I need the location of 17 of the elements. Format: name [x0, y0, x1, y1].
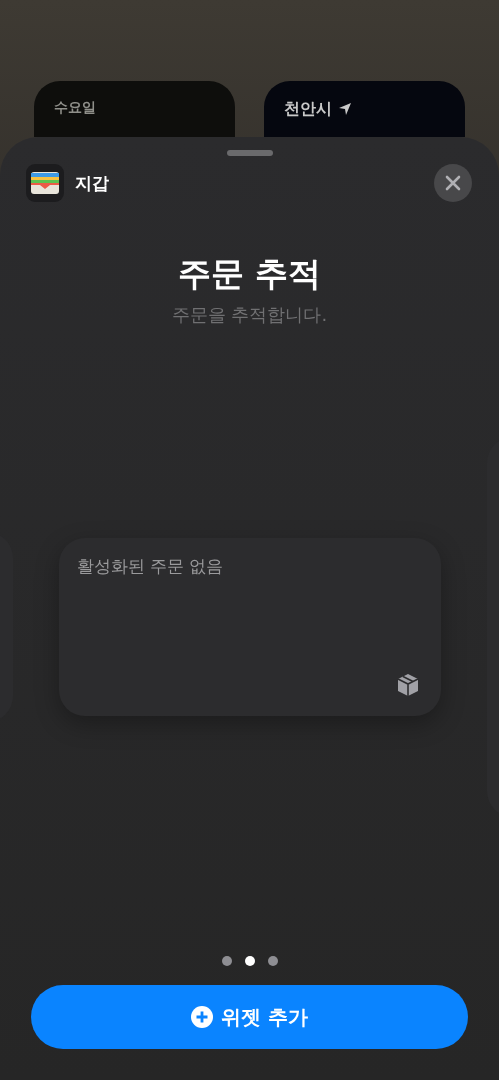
widget-description: 주문을 추적합니다. — [171, 303, 328, 327]
empty-message: 활성화된 주문 없음 — [76, 555, 225, 578]
widget-label: 천안시 — [284, 99, 332, 120]
page-dot[interactable] — [267, 956, 278, 966]
app-name: 지갑 — [75, 171, 109, 195]
sheet-grabber[interactable] — [226, 150, 273, 156]
widget-title: 주문 추적 — [177, 253, 322, 295]
page-dot[interactable] — [221, 956, 232, 966]
add-widget-button[interactable]: 위젯 추가 — [31, 985, 468, 1049]
page-dot[interactable] — [244, 956, 255, 966]
wallet-icon — [26, 164, 64, 202]
plus-circle-icon — [191, 1006, 213, 1028]
location-arrow-icon — [338, 102, 352, 116]
widget-label: 수요일 — [54, 99, 96, 117]
close-button[interactable] — [434, 164, 472, 202]
widget-preview-card[interactable]: 활성화된 주문 없음 — [58, 538, 441, 716]
close-icon — [445, 175, 461, 191]
